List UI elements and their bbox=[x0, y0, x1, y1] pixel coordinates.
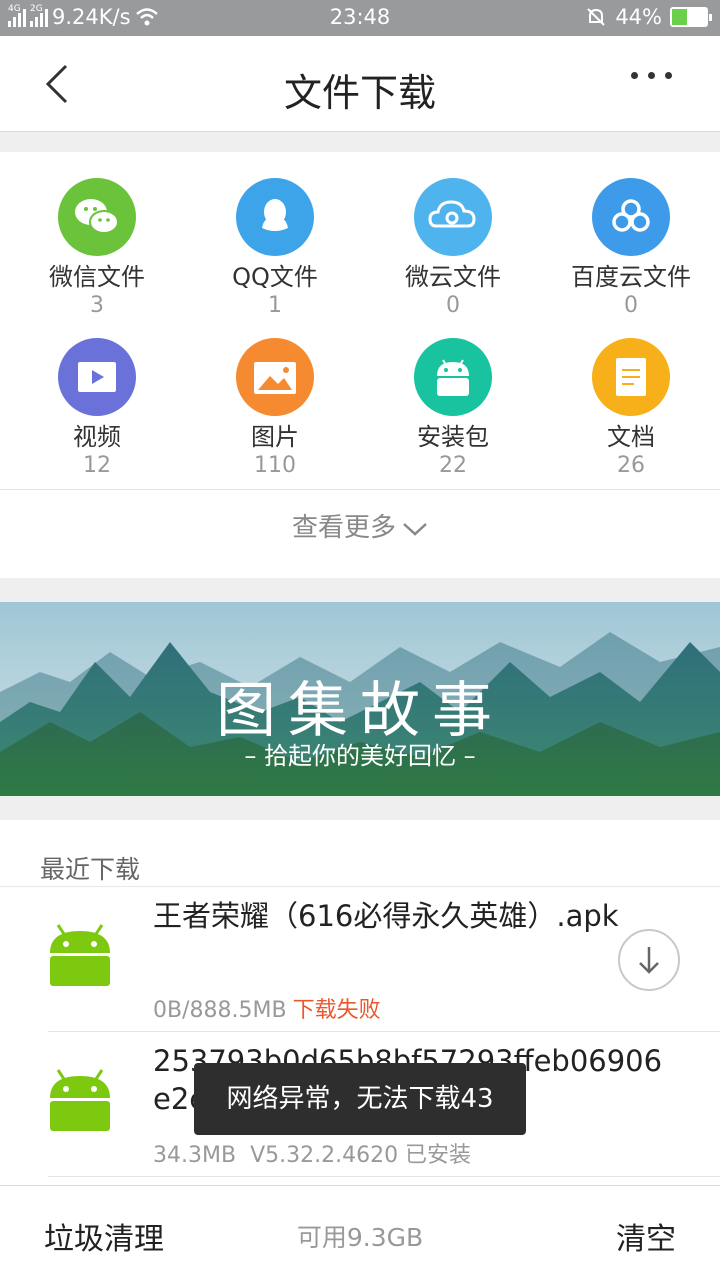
divider bbox=[48, 1176, 720, 1177]
download-arrow-icon bbox=[639, 947, 659, 974]
banner-subtitle: – 拾起你的美好回忆 – bbox=[244, 742, 476, 770]
download-button[interactable] bbox=[618, 929, 680, 991]
category-video[interactable]: 视频 12 bbox=[7, 338, 187, 480]
more-button[interactable] bbox=[631, 72, 672, 79]
dot bbox=[648, 72, 655, 79]
category-label: 安装包 bbox=[417, 423, 489, 451]
app-version: V5.32.2.4620 已安装 bbox=[250, 1143, 472, 1168]
android-apk-icon bbox=[50, 1069, 110, 1131]
status-failed: 下载失败 bbox=[292, 998, 381, 1023]
chevron-down-icon bbox=[403, 522, 427, 536]
page-title: 文件下载 bbox=[283, 71, 436, 115]
category-count: 22 bbox=[439, 453, 467, 478]
category-label: 视频 bbox=[73, 423, 121, 451]
status-right: 44% ⚡ bbox=[585, 5, 712, 29]
mute-bell-icon bbox=[587, 8, 606, 26]
android-icon bbox=[414, 338, 492, 416]
status-bar: 4G 2G 9.24K/s 23:48 44% ⚡ bbox=[0, 0, 720, 36]
weiyun-icon bbox=[414, 178, 492, 256]
category-count: 0 bbox=[446, 293, 460, 318]
category-label: 百度云文件 bbox=[571, 263, 691, 291]
wechat-icon bbox=[58, 178, 136, 256]
category-label: 文档 bbox=[607, 423, 655, 451]
file-size: 0B/888.5MB bbox=[153, 998, 287, 1023]
category-documents[interactable]: 文档 26 bbox=[541, 338, 720, 480]
banner-photo-story[interactable]: 图集故事 – 拾起你的美好回忆 – bbox=[0, 602, 720, 796]
clean-junk-button[interactable]: 垃圾清理 bbox=[44, 1214, 164, 1258]
qq-icon bbox=[236, 178, 314, 256]
video-icon bbox=[58, 338, 136, 416]
category-wechat[interactable]: 微信文件 3 bbox=[7, 178, 187, 320]
see-more-button[interactable]: 查看更多 bbox=[0, 507, 720, 544]
category-label: 图片 bbox=[251, 423, 299, 451]
file-meta: 0B/888.5MB 下载失败 bbox=[153, 992, 381, 1024]
category-label: 微云文件 bbox=[405, 263, 501, 291]
back-button[interactable] bbox=[38, 62, 78, 106]
category-qq[interactable]: QQ文件 1 bbox=[185, 178, 365, 320]
category-label: 微信文件 bbox=[49, 263, 145, 291]
toast-message: 网络异常，无法下载43 bbox=[194, 1063, 526, 1135]
category-apk[interactable]: 安装包 22 bbox=[363, 338, 543, 480]
see-more-label: 查看更多 bbox=[291, 513, 396, 543]
title-bar: 文件下载 bbox=[0, 36, 720, 132]
category-weiyun[interactable]: 微云文件 0 bbox=[363, 178, 543, 320]
download-item[interactable]: 王者荣耀（616必得永久英雄）.apk 0B/888.5MB 下载失败 bbox=[0, 887, 720, 1032]
image-icon bbox=[236, 338, 314, 416]
clear-button[interactable]: 清空 bbox=[616, 1214, 676, 1258]
android-apk-icon bbox=[50, 924, 110, 986]
category-count: 3 bbox=[90, 293, 104, 318]
category-grid: 微信文件 3 QQ文件 1 微云文件 0 百度云文件 0 视频 12 图片 11 bbox=[0, 152, 720, 578]
category-count: 0 bbox=[624, 293, 638, 318]
dot bbox=[631, 72, 638, 79]
divider bbox=[0, 489, 720, 490]
category-count: 1 bbox=[268, 293, 282, 318]
baidu-cloud-icon bbox=[592, 178, 670, 256]
category-count: 110 bbox=[254, 453, 296, 478]
document-icon bbox=[592, 338, 670, 416]
dot bbox=[665, 72, 672, 79]
category-baidu-cloud[interactable]: 百度云文件 0 bbox=[541, 178, 720, 320]
file-meta: 34.3MB V5.32.2.4620 已安装 bbox=[153, 1137, 471, 1169]
category-count: 26 bbox=[617, 453, 645, 478]
bottom-bar: 垃圾清理 可用9.3GB 清空 bbox=[0, 1185, 720, 1280]
category-label: QQ文件 bbox=[232, 263, 318, 291]
battery-icon: ⚡ bbox=[670, 7, 712, 27]
file-size: 34.3MB bbox=[153, 1143, 237, 1168]
category-count: 12 bbox=[83, 453, 111, 478]
category-images[interactable]: 图片 110 bbox=[185, 338, 365, 480]
section-title: 最近下载 bbox=[40, 855, 141, 884]
charging-icon: ⚡ bbox=[685, 7, 697, 26]
battery-percent: 44% bbox=[615, 5, 662, 29]
file-name: 王者荣耀（616必得永久英雄）.apk bbox=[153, 899, 619, 933]
